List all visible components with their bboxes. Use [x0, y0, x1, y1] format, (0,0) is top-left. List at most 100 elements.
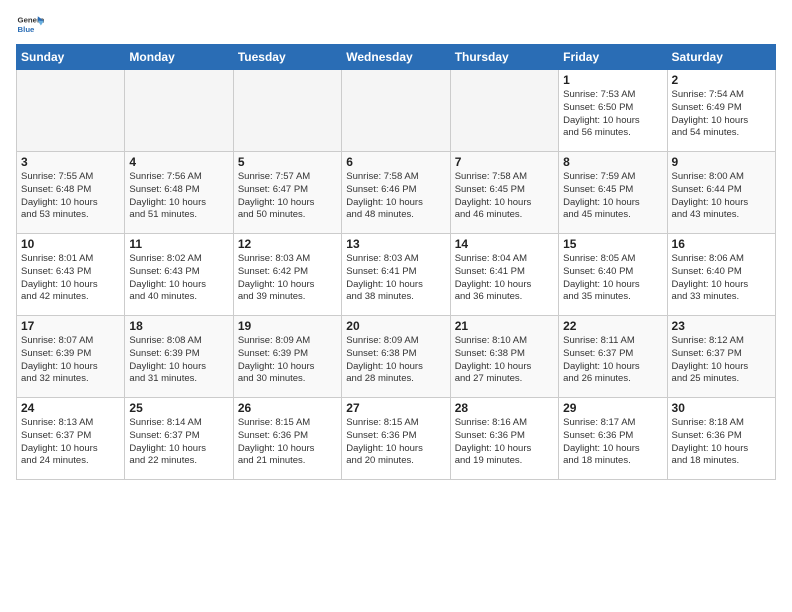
day-number: 17	[21, 319, 120, 333]
day-info: Sunrise: 7:58 AMSunset: 6:46 PMDaylight:…	[346, 171, 445, 222]
col-header-monday: Monday	[125, 45, 233, 70]
day-cell: 16 Sunrise: 8:06 AMSunset: 6:40 PMDayligh…	[667, 234, 775, 316]
day-cell: 25Sunrise: 8:14 AMSunset: 6:37 PMDayligh…	[125, 398, 233, 480]
day-cell: 24 Sunrise: 8:13 AMSunset: 6:37 PMDayligh…	[17, 398, 125, 480]
day-number: 11	[129, 237, 228, 251]
day-info: Sunrise: 7:57 AMSunset: 6:47 PMDaylight:…	[238, 171, 337, 222]
logo: General Blue	[16, 10, 44, 38]
day-info: Sunrise: 8:16 AMSunset: 6:36 PMDaylight:…	[455, 417, 554, 468]
day-number: 29	[563, 401, 662, 415]
svg-text:Blue: Blue	[18, 25, 36, 34]
day-cell: 20 Sunrise: 8:09 AMSunset: 6:38 PMDayligh…	[342, 316, 450, 398]
day-number: 21	[455, 319, 554, 333]
day-number: 19	[238, 319, 337, 333]
calendar-table: SundayMondayTuesdayWednesdayThursdayFrid…	[16, 44, 776, 480]
day-cell: 7 Sunrise: 7:58 AMSunset: 6:45 PMDaylight…	[450, 152, 558, 234]
day-cell: 1 Sunrise: 7:53 AMSunset: 6:50 PMDaylight…	[559, 70, 667, 152]
day-number: 24	[21, 401, 120, 415]
day-info: Sunrise: 8:15 AMSunset: 6:36 PMDaylight:…	[346, 417, 445, 468]
day-cell: 12Sunrise: 8:03 AMSunset: 6:42 PMDayligh…	[233, 234, 341, 316]
day-cell: 22 Sunrise: 8:11 AMSunset: 6:37 PMDayligh…	[559, 316, 667, 398]
day-cell: 28 Sunrise: 8:16 AMSunset: 6:36 PMDayligh…	[450, 398, 558, 480]
day-info: Sunrise: 8:04 AMSunset: 6:41 PMDaylight:…	[455, 253, 554, 304]
week-row-3: 10 Sunrise: 8:01 AMSunset: 6:43 PMDayligh…	[17, 234, 776, 316]
day-info: Sunrise: 8:09 AMSunset: 6:39 PMDaylight:…	[238, 335, 337, 386]
day-cell: 18Sunrise: 8:08 AMSunset: 6:39 PMDayligh…	[125, 316, 233, 398]
day-cell: 2Sunrise: 7:54 AMSunset: 6:49 PMDaylight…	[667, 70, 775, 152]
day-cell	[17, 70, 125, 152]
day-info: Sunrise: 8:11 AMSunset: 6:37 PMDaylight:…	[563, 335, 662, 386]
day-number: 16	[672, 237, 771, 251]
day-number: 10	[21, 237, 120, 251]
day-number: 5	[238, 155, 337, 169]
day-number: 26	[238, 401, 337, 415]
day-number: 15	[563, 237, 662, 251]
day-number: 13	[346, 237, 445, 251]
day-cell: 17 Sunrise: 8:07 AMSunset: 6:39 PMDayligh…	[17, 316, 125, 398]
day-info: Sunrise: 7:53 AMSunset: 6:50 PMDaylight:…	[563, 89, 662, 140]
day-info: Sunrise: 8:02 AMSunset: 6:43 PMDaylight:…	[129, 253, 228, 304]
col-header-wednesday: Wednesday	[342, 45, 450, 70]
day-number: 7	[455, 155, 554, 169]
day-number: 1	[563, 73, 662, 87]
logo-icon: General Blue	[16, 10, 44, 38]
day-number: 20	[346, 319, 445, 333]
day-cell: 15 Sunrise: 8:05 AMSunset: 6:40 PMDayligh…	[559, 234, 667, 316]
day-info: Sunrise: 8:15 AMSunset: 6:36 PMDaylight:…	[238, 417, 337, 468]
day-cell: 5 Sunrise: 7:57 AMSunset: 6:47 PMDaylight…	[233, 152, 341, 234]
col-header-friday: Friday	[559, 45, 667, 70]
day-number: 14	[455, 237, 554, 251]
day-cell	[125, 70, 233, 152]
day-info: Sunrise: 8:10 AMSunset: 6:38 PMDaylight:…	[455, 335, 554, 386]
day-info: Sunrise: 8:13 AMSunset: 6:37 PMDaylight:…	[21, 417, 120, 468]
day-info: Sunrise: 7:55 AMSunset: 6:48 PMDaylight:…	[21, 171, 120, 222]
day-cell: 23Sunrise: 8:12 AMSunset: 6:37 PMDayligh…	[667, 316, 775, 398]
day-info: Sunrise: 8:05 AMSunset: 6:40 PMDaylight:…	[563, 253, 662, 304]
day-number: 2	[672, 73, 771, 87]
week-row-4: 17 Sunrise: 8:07 AMSunset: 6:39 PMDayligh…	[17, 316, 776, 398]
day-info: Sunrise: 8:17 AMSunset: 6:36 PMDaylight:…	[563, 417, 662, 468]
col-header-tuesday: Tuesday	[233, 45, 341, 70]
day-cell: 30 Sunrise: 8:18 AMSunset: 6:36 PMDayligh…	[667, 398, 775, 480]
day-info: Sunrise: 8:00 AMSunset: 6:44 PMDaylight:…	[672, 171, 771, 222]
day-cell: 10 Sunrise: 8:01 AMSunset: 6:43 PMDayligh…	[17, 234, 125, 316]
day-number: 30	[672, 401, 771, 415]
day-info: Sunrise: 8:03 AMSunset: 6:42 PMDaylight:…	[238, 253, 337, 304]
col-header-thursday: Thursday	[450, 45, 558, 70]
day-number: 8	[563, 155, 662, 169]
day-info: Sunrise: 8:12 AMSunset: 6:37 PMDaylight:…	[672, 335, 771, 386]
day-info: Sunrise: 8:03 AMSunset: 6:41 PMDaylight:…	[346, 253, 445, 304]
day-info: Sunrise: 8:09 AMSunset: 6:38 PMDaylight:…	[346, 335, 445, 386]
day-info: Sunrise: 8:18 AMSunset: 6:36 PMDaylight:…	[672, 417, 771, 468]
day-cell: 3 Sunrise: 7:55 AMSunset: 6:48 PMDaylight…	[17, 152, 125, 234]
day-cell: 29 Sunrise: 8:17 AMSunset: 6:36 PMDayligh…	[559, 398, 667, 480]
day-info: Sunrise: 7:58 AMSunset: 6:45 PMDaylight:…	[455, 171, 554, 222]
day-cell: 13 Sunrise: 8:03 AMSunset: 6:41 PMDayligh…	[342, 234, 450, 316]
day-cell: 14 Sunrise: 8:04 AMSunset: 6:41 PMDayligh…	[450, 234, 558, 316]
day-info: Sunrise: 7:56 AMSunset: 6:48 PMDaylight:…	[129, 171, 228, 222]
col-header-sunday: Sunday	[17, 45, 125, 70]
day-cell: 27 Sunrise: 8:15 AMSunset: 6:36 PMDayligh…	[342, 398, 450, 480]
day-number: 3	[21, 155, 120, 169]
week-row-2: 3 Sunrise: 7:55 AMSunset: 6:48 PMDaylight…	[17, 152, 776, 234]
day-cell	[450, 70, 558, 152]
day-number: 28	[455, 401, 554, 415]
day-cell	[233, 70, 341, 152]
calendar-page: General Blue SundayMondayTuesdayWednesda…	[0, 0, 792, 612]
week-row-5: 24 Sunrise: 8:13 AMSunset: 6:37 PMDayligh…	[17, 398, 776, 480]
day-info: Sunrise: 8:01 AMSunset: 6:43 PMDaylight:…	[21, 253, 120, 304]
day-number: 22	[563, 319, 662, 333]
day-cell: 21 Sunrise: 8:10 AMSunset: 6:38 PMDayligh…	[450, 316, 558, 398]
day-number: 25	[129, 401, 228, 415]
day-cell: 11 Sunrise: 8:02 AMSunset: 6:43 PMDayligh…	[125, 234, 233, 316]
col-header-saturday: Saturday	[667, 45, 775, 70]
day-cell: 9 Sunrise: 8:00 AMSunset: 6:44 PMDaylight…	[667, 152, 775, 234]
header-row: SundayMondayTuesdayWednesdayThursdayFrid…	[17, 45, 776, 70]
day-info: Sunrise: 8:06 AMSunset: 6:40 PMDaylight:…	[672, 253, 771, 304]
day-number: 27	[346, 401, 445, 415]
day-cell	[342, 70, 450, 152]
day-info: Sunrise: 8:07 AMSunset: 6:39 PMDaylight:…	[21, 335, 120, 386]
day-number: 9	[672, 155, 771, 169]
day-cell: 26 Sunrise: 8:15 AMSunset: 6:36 PMDayligh…	[233, 398, 341, 480]
day-info: Sunrise: 8:08 AMSunset: 6:39 PMDaylight:…	[129, 335, 228, 386]
